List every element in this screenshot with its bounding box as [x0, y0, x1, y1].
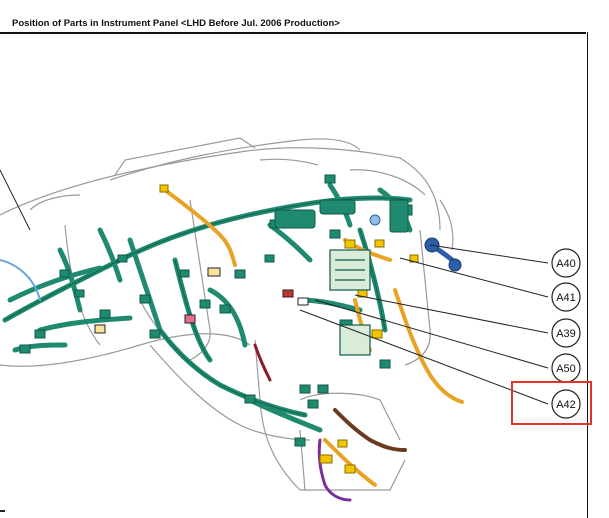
svg-text:A41: A41 [556, 292, 576, 304]
svg-text:A42: A42 [556, 399, 576, 411]
svg-text:A50: A50 [556, 363, 576, 375]
leader-top-left [0, 169, 31, 231]
callout-a50: A50 [551, 353, 581, 383]
callout-a42: A42 [551, 389, 581, 419]
callout-a40: A40 [551, 248, 581, 278]
instrument-panel-diagram: A40 A41 A39 A50 A42 [0, 137, 592, 512]
leader-a41 [399, 257, 549, 298]
svg-text:A39: A39 [556, 328, 576, 340]
leader-lines [0, 169, 549, 405]
corner-mark [0, 510, 5, 512]
svg-text:A40: A40 [556, 258, 576, 270]
callout-a39: A39 [551, 318, 581, 348]
callout-a41: A41 [551, 282, 581, 312]
